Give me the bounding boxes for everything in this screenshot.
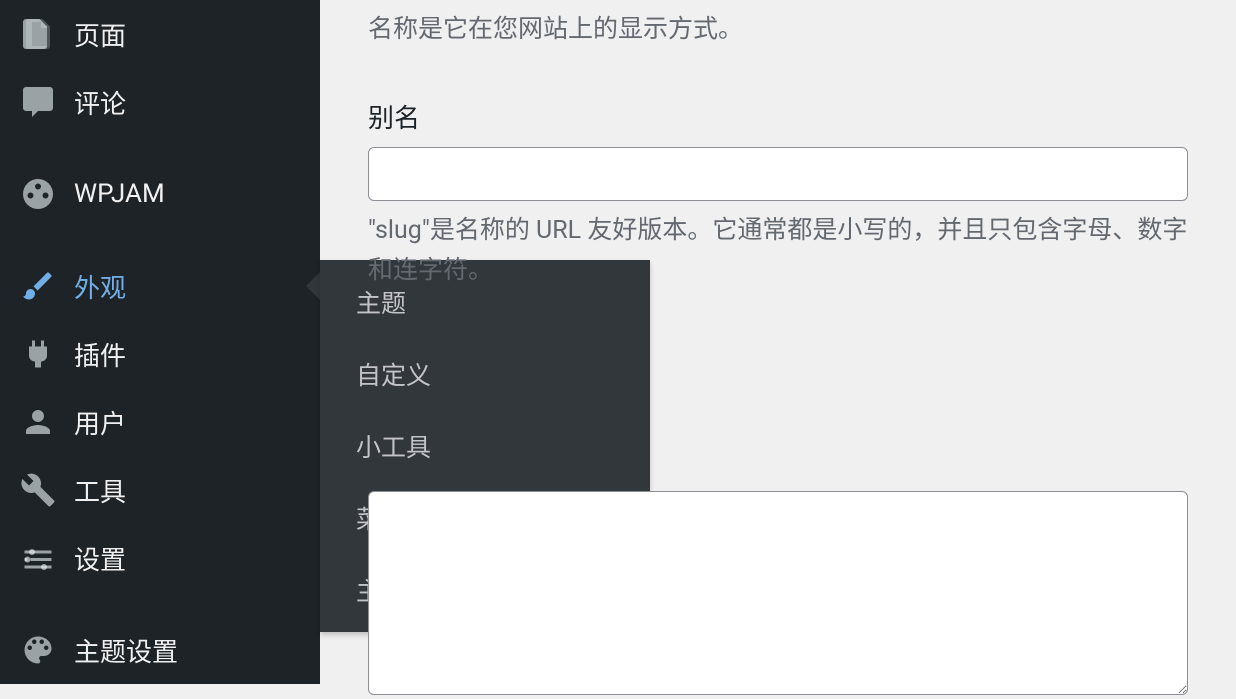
sidebar-item-tools[interactable]: 工具 [0,456,320,524]
pages-icon [18,14,58,54]
name-help-text: 名称是它在您网站上的显示方式。 [368,10,1188,50]
comments-icon [18,82,58,122]
sidebar-item-comments[interactable]: 评论 [0,68,320,136]
brush-icon [18,266,58,306]
palette-icon [18,630,58,670]
gauge-icon [18,174,58,214]
admin-sidebar: 页面 评论 WPJAM 外观 插件 用户 工具 [0,0,320,684]
description-textarea[interactable] [368,491,1188,695]
main-content: 名称是它在您网站上的显示方式。 别名 "slug"是名称的 URL 友好版本。它… [320,0,1236,699]
sidebar-item-label: 插件 [74,336,126,373]
sidebar-item-theme-settings[interactable]: 主题设置 [0,616,320,684]
sidebar-item-users[interactable]: 用户 [0,388,320,456]
sidebar-item-wpjam[interactable]: WPJAM [0,160,320,228]
slug-help-text: "slug"是名称的 URL 友好版本。它通常都是小写的，并且只包含字母、数字和… [368,211,1188,291]
slug-label: 别名 [368,98,1188,135]
sidebar-separator [0,592,320,616]
sidebar-item-label: 用户 [74,404,126,441]
sidebar-item-appearance[interactable]: 外观 [0,252,320,320]
slug-input[interactable] [368,147,1188,201]
plugin-icon [18,334,58,374]
sidebar-item-label: 工具 [74,472,126,509]
sidebar-item-label: 设置 [74,540,126,577]
wrench-icon [18,470,58,510]
sidebar-item-pages[interactable]: 页面 [0,0,320,68]
sidebar-item-label: 评论 [74,84,126,121]
sidebar-item-label: 外观 [74,268,126,305]
sidebar-item-plugins[interactable]: 插件 [0,320,320,388]
sidebar-item-label: 页面 [74,16,126,53]
settings-icon [18,538,58,578]
user-icon [18,402,58,442]
sidebar-item-label: 主题设置 [74,632,178,669]
sidebar-separator [0,136,320,160]
sidebar-separator [0,228,320,252]
sidebar-item-label: WPJAM [74,179,165,209]
sidebar-item-settings[interactable]: 设置 [0,524,320,592]
